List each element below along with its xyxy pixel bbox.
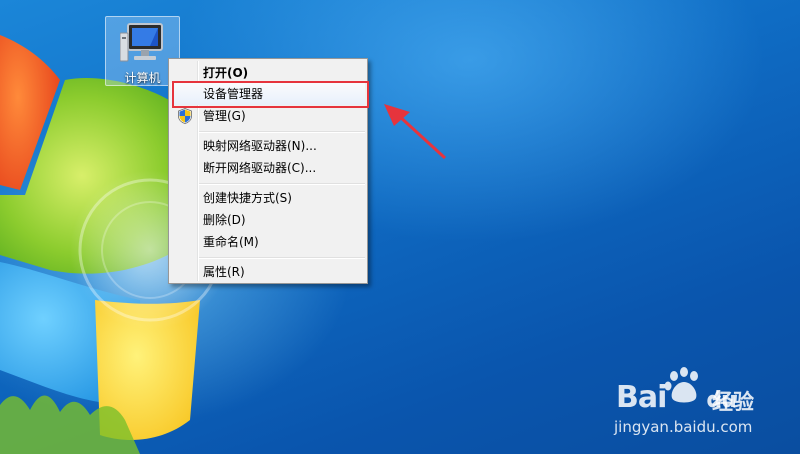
desktop-background[interactable]: 计算机 打开(O) 设备管理器 管理(G) 映射网络驱动器(N)... 断开网络… [0, 0, 800, 454]
menu-item-label: 创建快捷方式(S) [203, 191, 292, 205]
annotation-arrow-icon [384, 104, 447, 160]
menu-item-rename[interactable]: 重命名(M) [171, 231, 365, 253]
menu-item-label: 断开网络驱动器(C)... [203, 161, 317, 175]
watermark-brand-bai: Bai [616, 380, 667, 415]
menu-separator [199, 257, 365, 259]
annotation-highlight-box [172, 81, 369, 108]
uac-shield-icon [178, 108, 192, 124]
menu-item-delete[interactable]: 删除(D) [171, 209, 365, 231]
menu-item-label: 重命名(M) [203, 235, 259, 249]
menu-item-label: 删除(D) [203, 213, 246, 227]
menu-item-label: 属性(R) [203, 265, 245, 279]
menu-item-label: 管理(G) [203, 109, 246, 123]
watermark-jingyan: 经验 [712, 390, 754, 414]
computer-icon [120, 23, 163, 62]
menu-item-manage[interactable]: 管理(G) [171, 105, 365, 127]
menu-item-disconnect-network-drive[interactable]: 断开网络驱动器(C)... [171, 157, 365, 179]
baidu-jingyan-watermark: Bai du 经验 jingyan.baidu.com [600, 360, 800, 454]
menu-separator [199, 131, 365, 133]
menu-item-label: 映射网络驱动器(N)... [203, 139, 317, 153]
menu-item-create-shortcut[interactable]: 创建快捷方式(S) [171, 187, 365, 209]
menu-separator [199, 183, 365, 185]
menu-item-label: 打开(O) [203, 66, 249, 80]
watermark-url: jingyan.baidu.com [614, 418, 753, 436]
menu-item-properties[interactable]: 属性(R) [171, 261, 365, 283]
menu-item-map-network-drive[interactable]: 映射网络驱动器(N)... [171, 135, 365, 157]
